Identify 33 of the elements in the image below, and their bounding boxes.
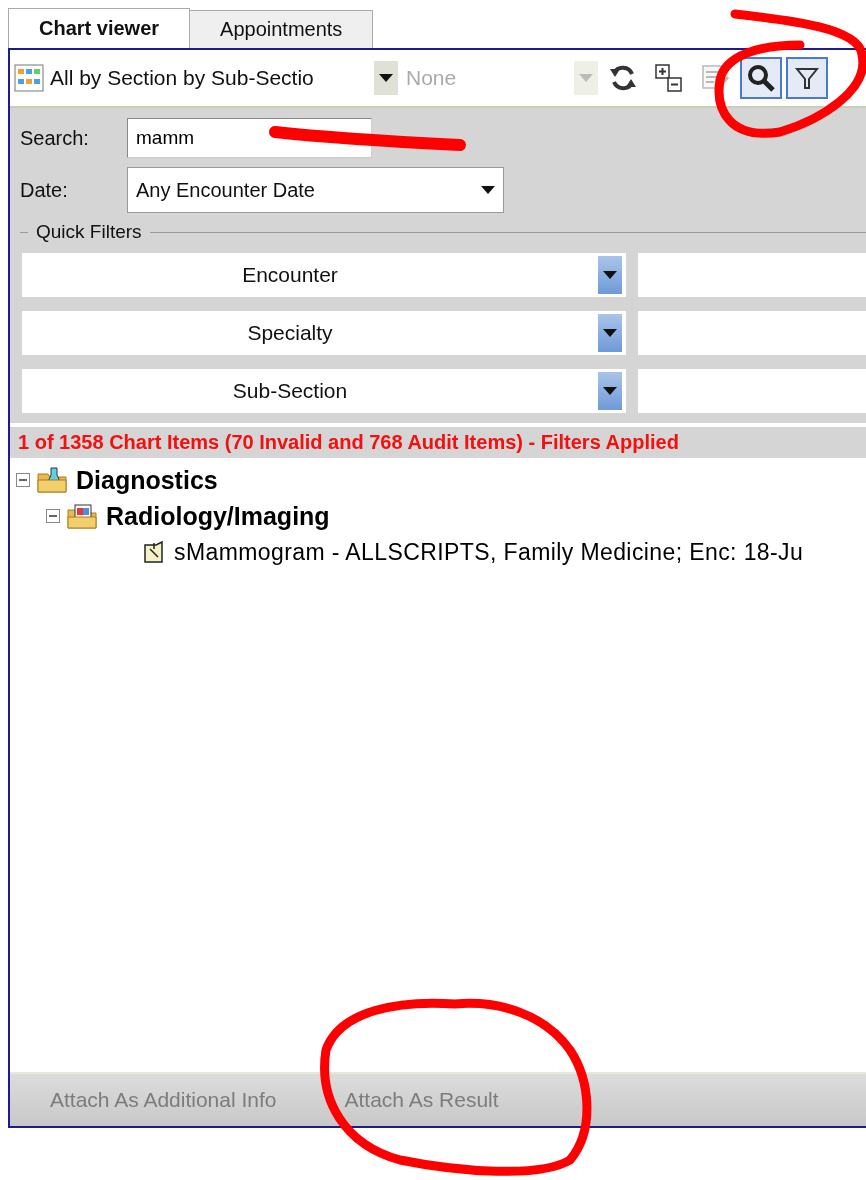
field-label: Search: (20, 126, 90, 150)
filter-button[interactable] (786, 57, 828, 99)
filter-dropdown[interactable]: Specialty (22, 311, 626, 355)
collapse-icon[interactable] (46, 509, 60, 523)
collapse-icon[interactable] (16, 473, 30, 487)
view-dropdown-value: All by Section by Sub-Sectio (50, 66, 314, 90)
dropdown-arrow-icon (481, 186, 495, 194)
refresh-icon (608, 63, 638, 93)
status-message: 1 of 1358 Chart Items (70 Invalid and 768 Audit Items) - Filters Applied (10, 427, 866, 458)
filter-dropdown[interactable]: Sub-Section (22, 369, 626, 413)
tree-folder[interactable]: Radiology/Imaging (106, 501, 330, 531)
tree-folder[interactable]: Diagnostics (76, 465, 218, 495)
dropdown-arrow-icon (579, 74, 593, 82)
dropdown-arrow-icon (603, 329, 617, 337)
view-dropdown[interactable]: All by Section by Sub-Sectio (14, 61, 398, 95)
filter-value-field[interactable] (638, 369, 866, 413)
dropdown-arrow-icon (379, 74, 393, 82)
flask-folder-icon (36, 466, 70, 494)
tab[interactable]: Appointments (189, 10, 374, 48)
date-dropdown[interactable]: Any Encounter Date (127, 167, 504, 213)
dropdown-arrow-icon (603, 271, 617, 279)
tab[interactable]: Chart viewer (8, 8, 191, 48)
grid-view-icon (14, 64, 44, 92)
expand-collapse-icon (654, 63, 684, 93)
search-button[interactable] (740, 57, 782, 99)
filter-dropdown[interactable]: Encounter (22, 253, 626, 297)
search-icon (746, 63, 776, 93)
filter-value-field[interactable] (638, 311, 866, 355)
field-label: Date: (20, 178, 69, 202)
chart-item[interactable]: sMammogram - ALLSCRIPTS, Family Medicine; Enc: 18-Ju (174, 538, 804, 566)
imaging-folder-icon (66, 502, 100, 530)
filter-value-field[interactable] (638, 253, 866, 297)
dropdown-arrow-icon (603, 387, 617, 395)
